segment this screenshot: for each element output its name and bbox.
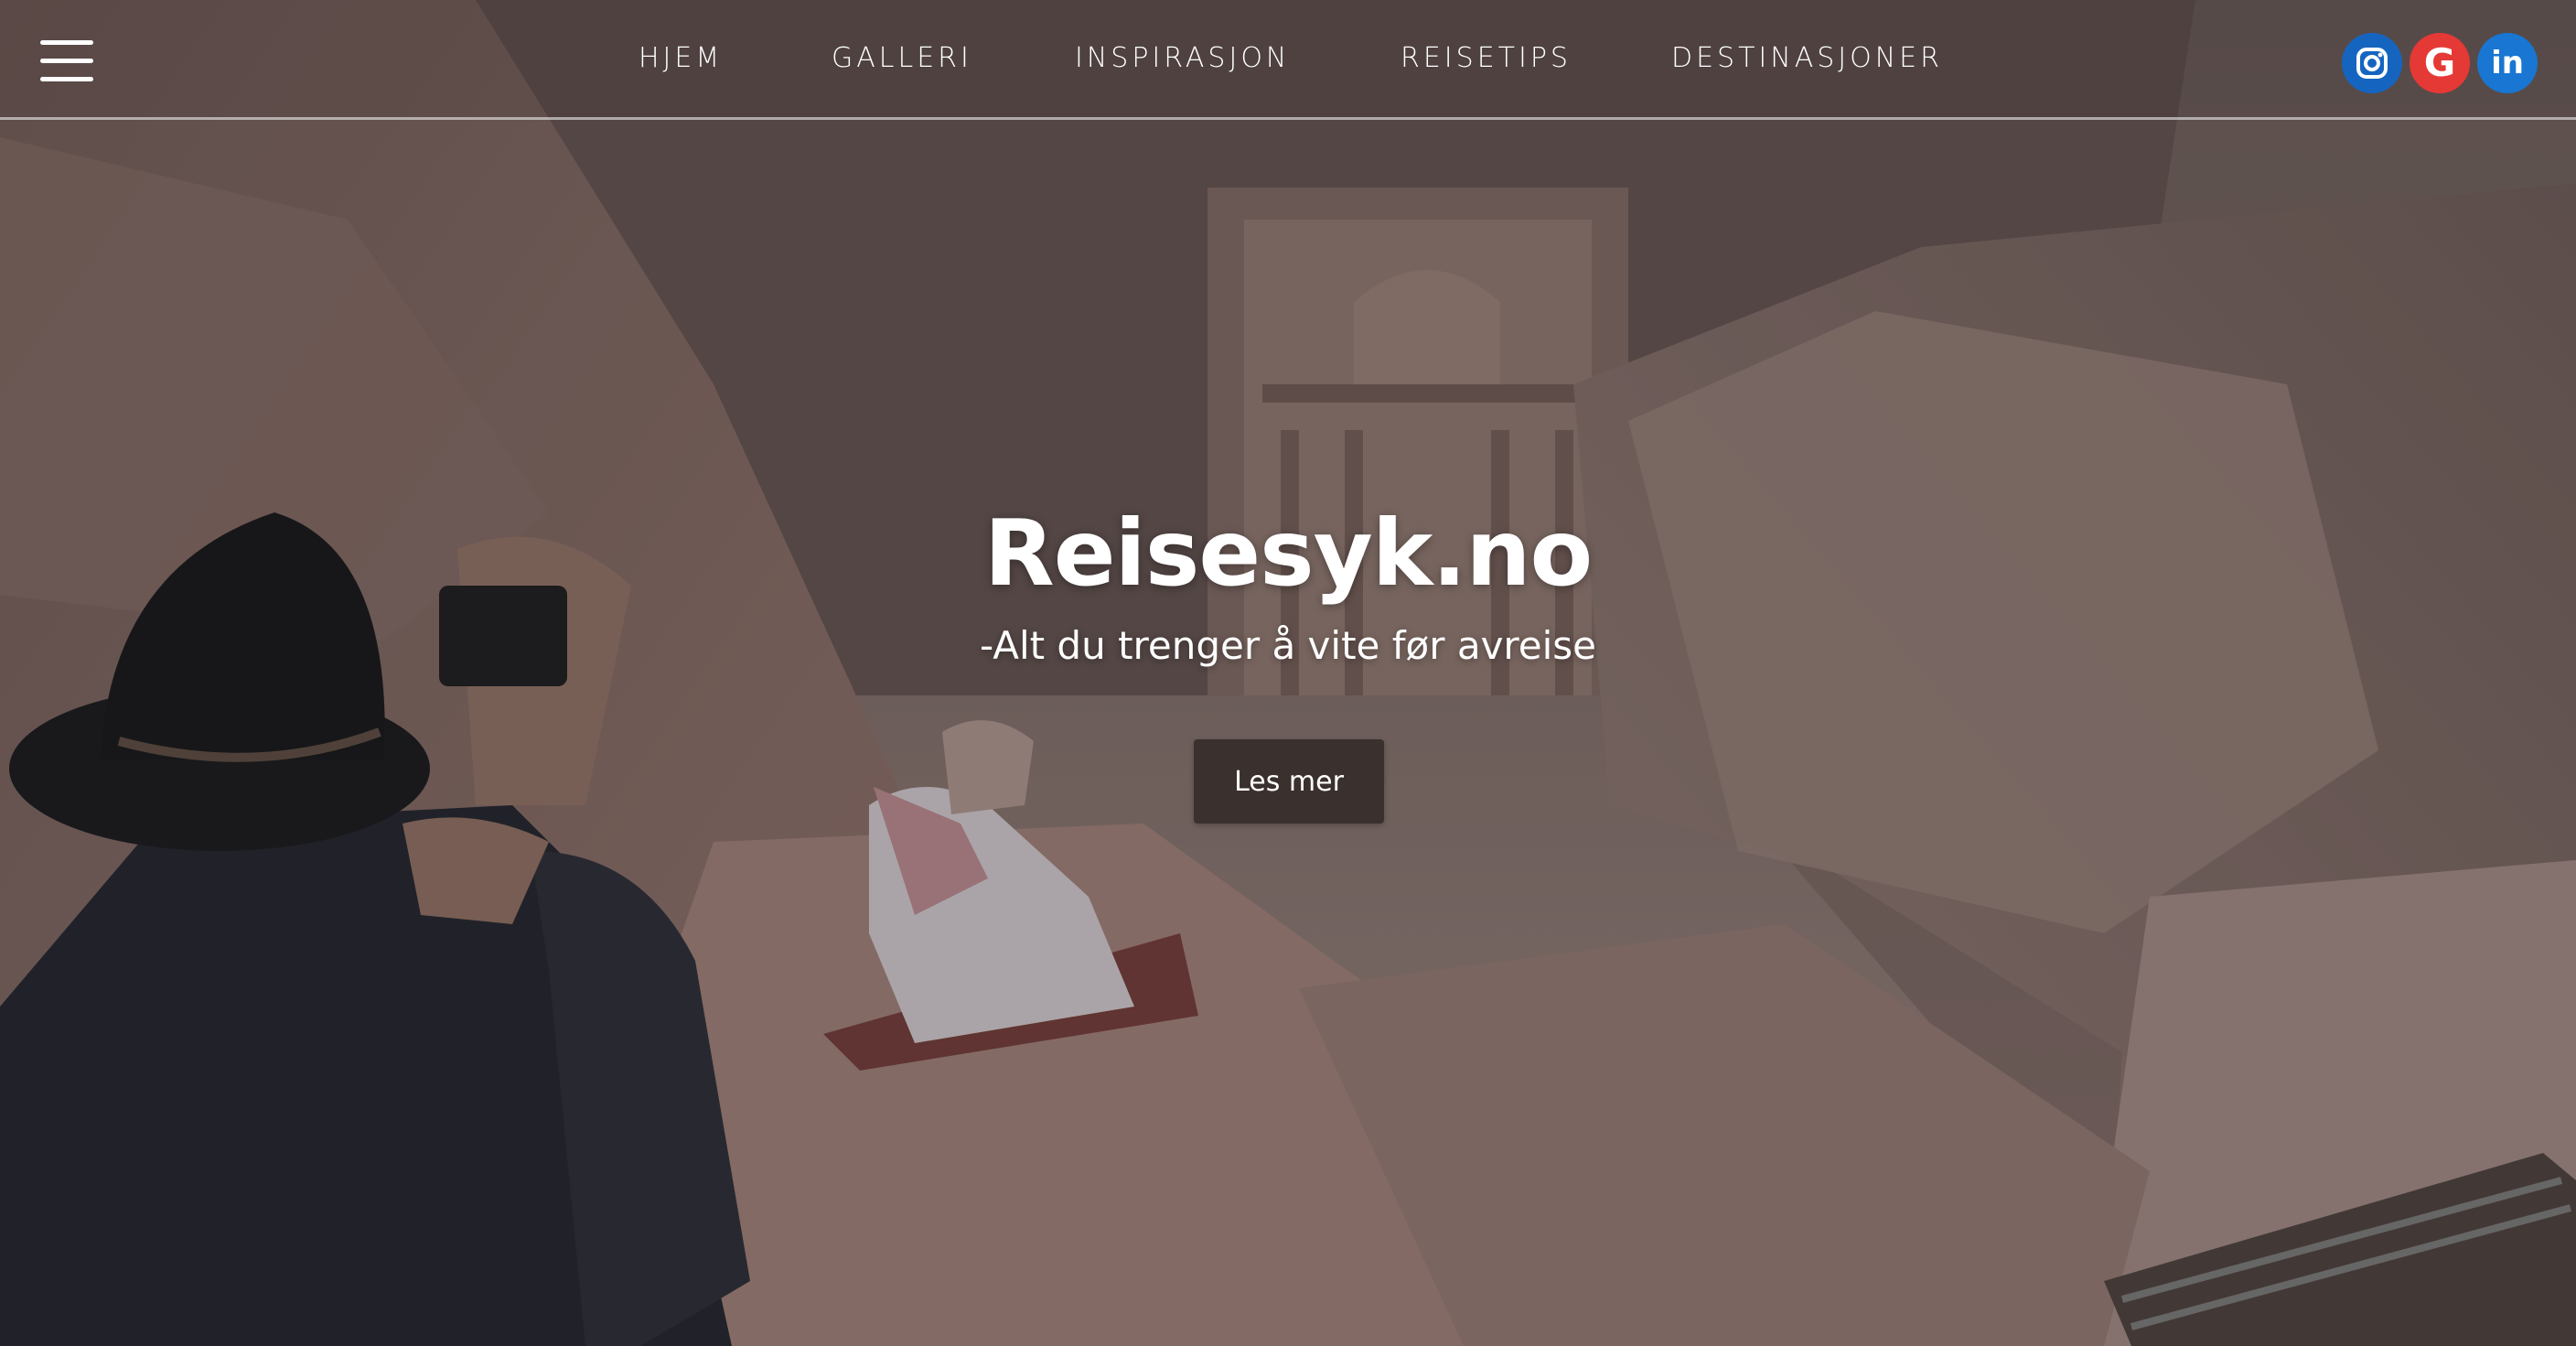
top-navigation-bar: HJEM GALLERI INSPIRASJON REISETIPS DESTI…: [0, 0, 2576, 120]
hero-background-image: [0, 0, 2576, 1346]
instagram-icon[interactable]: [2342, 33, 2402, 93]
social-links: G in: [2342, 33, 2538, 95]
google-icon[interactable]: G: [2410, 33, 2470, 93]
nav-item-galleri[interactable]: GALLERI: [832, 42, 972, 75]
nav-item-hjem[interactable]: HJEM: [639, 42, 723, 75]
linkedin-icon[interactable]: in: [2477, 33, 2538, 93]
nav-item-inspirasjon[interactable]: INSPIRASJON: [1075, 42, 1290, 75]
hero-subtitle: -Alt du trenger å vite før avreise: [979, 623, 1596, 668]
nav-item-destinasjoner[interactable]: DESTINASJONER: [1671, 42, 1943, 75]
nav-item-reisetips[interactable]: REISETIPS: [1401, 42, 1572, 75]
les-mer-button[interactable]: Les mer: [1194, 739, 1384, 824]
hero-dark-overlay: [0, 0, 2576, 1346]
hero-title: Reisesyk.no: [983, 500, 1594, 607]
main-nav: HJEM GALLERI INSPIRASJON REISETIPS DESTI…: [0, 0, 2576, 117]
